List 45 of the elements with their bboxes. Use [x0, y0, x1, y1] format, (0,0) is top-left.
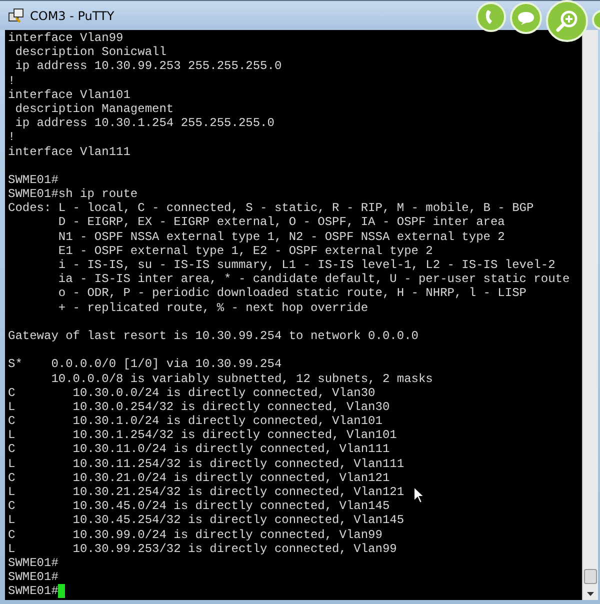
- terminal-line: interface Vlan111: [8, 144, 130, 159]
- terminal-line: C 10.30.45.0/24 is directly connected, Vlan145: [8, 499, 390, 514]
- terminal-line: ip address 10.30.1.254 255.255.255.0: [14, 116, 274, 130]
- terminal-line: SWME01#: [8, 570, 58, 584]
- terminal-line: 10.0.0.0/8 is variably subnetted, 12 subnets, 2 masks: [50, 372, 433, 386]
- terminal-line: description Sonicwall: [14, 45, 166, 60]
- terminal-line: L 10.30.0.254/32 is directly connected, Vlan30: [8, 400, 390, 414]
- terminal-line: SWME01#sh ip route: [8, 187, 138, 202]
- terminal-line: C 10.30.0.0/24 is directly connected, Vlan30: [8, 386, 376, 400]
- terminal-line: Gateway of last resort is 10.30.99.254 to network 0.0.0.0: [8, 328, 418, 344]
- terminal-line: + - replicated route, % - next hop override: [57, 300, 368, 315]
- terminal-line: C 10.30.1.0/24 is directly connected, Vlan101: [8, 414, 382, 428]
- terminal-line: S* 0.0.0.0/0 [1/0] via 10.30.99.254: [8, 357, 282, 372]
- terminal-line: !: [8, 74, 16, 88]
- mouse-pointer-icon: [413, 486, 425, 504]
- zoom-in-icon: [555, 9, 579, 33]
- terminal-line: L 10.30.45.254/32 is directly connected, Vlan145: [8, 513, 404, 528]
- terminal-line: C 10.30.99.0/24 is directly connected, Vlan99: [8, 528, 382, 542]
- chat-icon: [517, 10, 535, 26]
- terminal-line: N1 - OSPF NSSA external type 1, N2 - OSPF NSSA external type 2: [57, 230, 505, 244]
- terminal-app-icon: [8, 8, 24, 24]
- terminal-line: o - ODR, P - periodic downloaded static route, H - NHRP, l - LISP: [57, 286, 526, 301]
- terminal-line: C 10.30.21.0/24 is directly connected, Vlan121: [8, 470, 390, 485]
- window-title: COM3 - PuTTY: [30, 8, 114, 22]
- terminal-line: SWME01#: [8, 584, 66, 598]
- terminal-line: SWME01#: [8, 172, 58, 188]
- terminal-line: Codes: L - local, C - connected, S - static, R - RIP, M - mobile, B - BGP: [8, 201, 534, 216]
- terminal-line: ia - IS-IS inter area, * - candidate default, U - per-user static route: [57, 272, 570, 286]
- terminal-line: C 10.30.11.0/24 is directly connected, Vlan111: [8, 442, 390, 457]
- terminal-line: E1 - OSPF external type 1, E2 - OSPF external type 2: [57, 244, 433, 258]
- scrollbar[interactable]: [582, 30, 598, 600]
- scroll-thumb[interactable]: [584, 569, 597, 584]
- terminal-line: L 10.30.1.254/32 is directly connected, Vlan101: [8, 428, 397, 442]
- terminal-line: interface Vlan99: [8, 31, 124, 46]
- terminal-line: L 10.30.21.254/32 is directly connected, Vlan121: [8, 485, 404, 500]
- terminal-line: !: [8, 130, 16, 144]
- terminal-line: SWME01#: [8, 556, 58, 570]
- terminal-line: ip address 10.30.99.253 255.255.255.0: [14, 59, 282, 74]
- terminal[interactable]: [5, 30, 582, 600]
- terminal-line: D - EIGRP, EX - EIGRP external, O - OSPF, IA - OSPF inter area: [57, 215, 505, 230]
- terminal-line: interface Vlan101: [8, 88, 130, 102]
- terminal-line: L 10.30.11.254/32 is directly connected, Vlan111: [8, 456, 404, 471]
- terminal-line: i - IS-IS, su - IS-IS summary, L1 - IS-IS level-1, L2 - IS-IS level-2: [57, 258, 556, 272]
- terminal-line: description Management: [14, 102, 174, 116]
- terminal-line: L 10.30.99.253/32 is directly connected, Vlan99: [8, 542, 397, 556]
